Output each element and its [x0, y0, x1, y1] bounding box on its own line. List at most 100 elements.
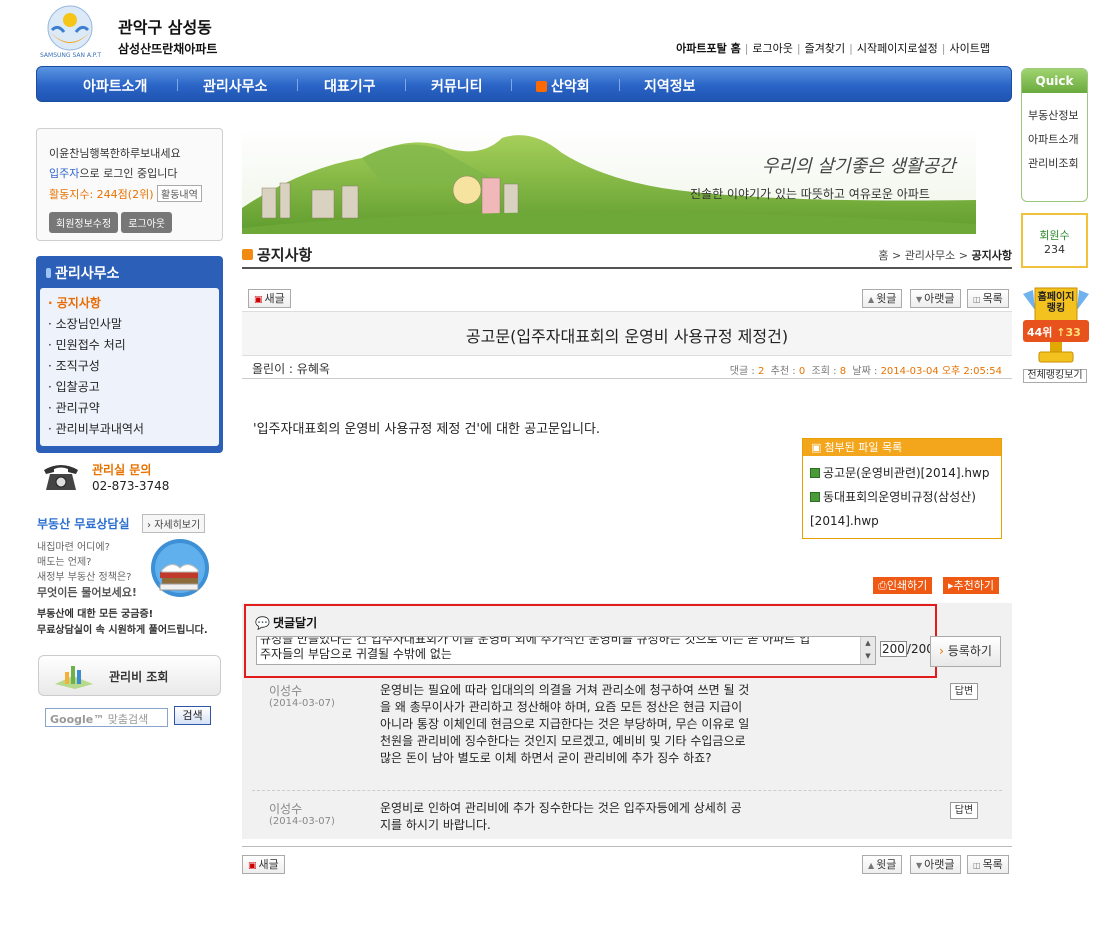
- list-button-bottom[interactable]: ◫ 목록: [967, 855, 1009, 874]
- google-placeholder: 맞춤검색: [107, 713, 149, 726]
- nav-item-community[interactable]: 커뮤니티: [431, 76, 483, 96]
- post-title: 공고문(입주자대표회의 운영비 사용규정 제정건): [465, 327, 789, 346]
- sidebar-item-organization[interactable]: · 조직구성: [48, 357, 219, 378]
- rank-change: ↑33: [1056, 326, 1081, 339]
- realestate-notes: 부동산에 대한 모든 궁금증! 무료상담실이 속 시원하게 풀어드립니다.: [37, 609, 208, 636]
- nav-item-apartment-intro[interactable]: 아파트소개: [83, 76, 147, 96]
- logo-subtitle: 삼성산뜨란채아파트: [118, 42, 218, 56]
- next-post-button[interactable]: ▼ 아랫글: [910, 289, 961, 308]
- prev-post-button[interactable]: ▲ 윗글: [862, 289, 903, 308]
- banner-slogan: 우리의 살기좋은 생활공간: [762, 156, 956, 177]
- comment-author: 이성수: [269, 802, 303, 816]
- banner-image: [242, 128, 976, 234]
- toplink-portal-home[interactable]: 아파트포탈 홈: [676, 42, 741, 55]
- new-post-button-bottom[interactable]: ▣ 새글: [242, 855, 285, 874]
- sidebar-item-greeting[interactable]: · 소장님인사말: [48, 315, 219, 336]
- sidebar-item-fee-statement[interactable]: · 관리비부과내역서: [48, 420, 219, 441]
- banner-subtitle: 진솔한 이야기가 있는 따뜻하고 여유로운 아파트: [690, 187, 930, 201]
- comment-textarea[interactable]: 규정을 만들었다는 건 입주자대표회가 이들 운영비 외에 추가적인 운영비를 …: [256, 636, 876, 665]
- recommend-count: 0: [798, 366, 806, 377]
- breadcrumb-mid[interactable]: 관리사무소: [905, 249, 956, 262]
- top-links: 아파트포탈 홈 | 로그아웃 | 즐겨찾기 | 시작페이지로설정 | 사이트맵: [676, 42, 990, 55]
- edit-profile-button[interactable]: 회원정보수정: [49, 212, 119, 233]
- attachment-box: ▣ 첨부된 파일 목록 공고문(운영비관련)[2014].hwp 동대표회의운영비…: [802, 438, 1002, 539]
- nav-item-representative[interactable]: 대표기구: [324, 76, 376, 96]
- toplink-set-homepage[interactable]: 시작페이지로설정: [857, 42, 938, 55]
- hwp-file-icon: [810, 468, 820, 478]
- nav-item-management-office[interactable]: 관리사무소: [203, 76, 267, 96]
- comment-date: (2014-03-07): [269, 698, 335, 709]
- comment-author: 이성수: [269, 684, 303, 698]
- member-label: 회원수: [1039, 229, 1070, 242]
- sidebar-item-complaints[interactable]: · 민원접수 처리: [48, 336, 219, 357]
- quick-item-realestate[interactable]: 부동산정보: [1022, 103, 1087, 127]
- activity-score: 활동지수: 244점(2위): [49, 188, 154, 201]
- fee-lookup-button[interactable]: 관리비 조회: [38, 655, 221, 696]
- logo-emblem[interactable]: SAMSUNG SAN A.P.T: [36, 2, 106, 60]
- books-globe-icon: [146, 538, 210, 600]
- google-search-input[interactable]: Google™ 맞춤검색: [45, 708, 168, 727]
- sidebar-item-rules[interactable]: · 관리규약: [48, 399, 219, 420]
- textarea-scrollbar[interactable]: ▲ ▼: [860, 637, 875, 664]
- member-count: 234: [1044, 243, 1065, 256]
- login-status: 으로 로그인 중입니다: [79, 167, 178, 180]
- realestate-more-button[interactable]: › 자세히보기: [142, 514, 206, 533]
- title-divider: [242, 267, 1012, 269]
- reply-button[interactable]: 답변: [950, 802, 978, 819]
- ranking-all-button[interactable]: 전체랭킹보기: [1023, 369, 1087, 383]
- print-button[interactable]: ⎙인쇄하기: [873, 577, 933, 594]
- list-button[interactable]: ◫ 목록: [967, 289, 1009, 308]
- title-bullet-icon: [242, 249, 253, 260]
- sidebar-menu: 관리사무소 · 공지사항 · 소장님인사말 · 민원접수 처리 · 조직구성 ·…: [36, 256, 223, 453]
- realestate-text: 내집마련 어디에? 매도는 언제? 새정부 부동산 정책은? 무엇이든 물어보세…: [37, 542, 137, 599]
- ranking-label: 홈페이지 랭킹: [1037, 292, 1075, 314]
- disk-icon: ▣: [811, 441, 822, 454]
- post-body: '입주자대표회의 운영비 사용규정 제정 건'에 대한 공고문입니다.: [253, 422, 601, 437]
- reply-button[interactable]: 답변: [950, 683, 978, 700]
- activity-history-button[interactable]: 활동내역: [157, 185, 202, 202]
- realestate-title: 부동산 무료상담실: [37, 517, 130, 531]
- comment-date: (2014-03-07): [269, 816, 335, 827]
- sidebar-item-notice[interactable]: · 공지사항: [48, 294, 219, 315]
- post-date: 2014-03-04 오후 2:05:54: [880, 366, 1002, 377]
- ranking-trophy-icon[interactable]: 홈페이지 랭킹 44위 ↑33: [1013, 280, 1099, 368]
- page-title: 공지사항: [242, 244, 312, 265]
- quick-title: Quick: [1022, 69, 1087, 93]
- comment-text: 운영비는 필요에 따라 입대의의 의결을 거쳐 관리소에 청구하여 쓰면 될 것…: [380, 683, 750, 765]
- printer-icon: ⎙: [878, 579, 887, 592]
- quick-item-apartment[interactable]: 아파트소개: [1022, 127, 1087, 151]
- greeting-text: 이윤찬님행복한하루보내세요: [49, 147, 181, 160]
- attachment-title: ▣ 첨부된 파일 목록: [803, 439, 1001, 456]
- inquiry-phone: 02-873-3748: [92, 479, 170, 493]
- logout-button[interactable]: 로그아웃: [121, 212, 173, 233]
- quick-item-fee[interactable]: 관리비조회: [1022, 151, 1087, 175]
- google-search-button[interactable]: 검색: [174, 706, 211, 725]
- char-counter: 200/200: [880, 641, 934, 657]
- rank-value: 44위: [1027, 326, 1053, 339]
- comment-count: 2: [757, 366, 765, 377]
- main-nav: 아파트소개 관리사무소 대표기구 커뮤니티 산악회 지역정보: [36, 66, 1012, 102]
- submit-comment-button[interactable]: › 등록하기: [930, 636, 1001, 667]
- nav-item-local-info[interactable]: 지역정보: [644, 76, 696, 96]
- toplink-logout[interactable]: 로그아웃: [752, 42, 792, 55]
- recommend-button[interactable]: ▸추천하기: [943, 577, 1000, 594]
- sidebar-title: 관리사무소: [40, 260, 219, 288]
- new-badge-icon: [536, 81, 547, 92]
- hwp-file-icon: [810, 492, 820, 502]
- attachment-link[interactable]: 공고문(운영비관련)[2014].hwp: [803, 461, 1001, 485]
- sidebar-item-bids[interactable]: · 입찰공고: [48, 378, 219, 399]
- post-author: 올린이 : 유혜옥: [252, 362, 330, 376]
- next-post-button-bottom[interactable]: ▼ 아랫글: [910, 855, 961, 874]
- post-meta: 댓글 : 2 추천 : 0 조회 : 8 날짜 : 2014-03-04 오후 …: [729, 366, 1002, 377]
- nav-item-hiking-club[interactable]: 산악회: [536, 76, 590, 96]
- member-count-box: 회원수 234: [1021, 213, 1088, 268]
- telephone-icon: [40, 460, 82, 494]
- user-role: 입주자: [49, 167, 80, 180]
- attachment-link[interactable]: 동대표회의운영비규정(삼성산)[2014].hwp: [803, 485, 1001, 537]
- breadcrumb-home[interactable]: 홈: [878, 249, 888, 262]
- toplink-favorites[interactable]: 즐겨찾기: [805, 42, 845, 55]
- toplink-sitemap[interactable]: 사이트맵: [950, 42, 990, 55]
- inquiry-title: 관리실 문의: [92, 463, 152, 477]
- prev-post-button-bottom[interactable]: ▲ 윗글: [862, 855, 903, 874]
- new-post-button[interactable]: ▣ 새글: [248, 289, 291, 308]
